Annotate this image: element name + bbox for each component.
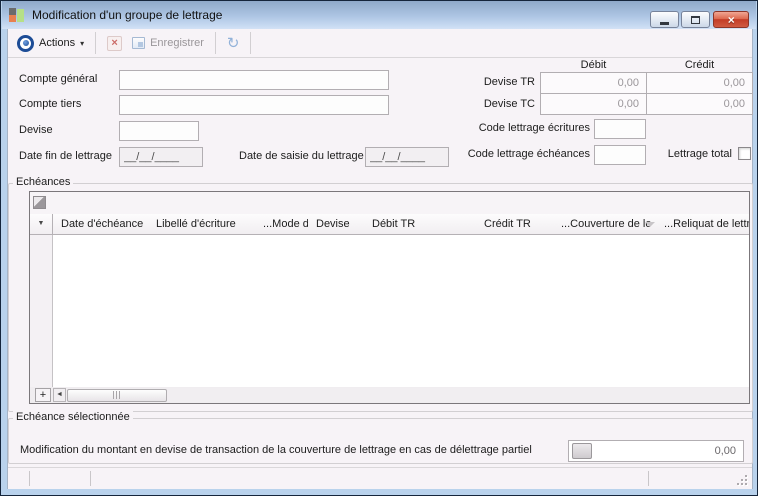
grid-bottom-bar: + ◄ <box>30 387 749 403</box>
devise-tc-debit-field: 0,00 <box>540 93 647 115</box>
toolbar-separator <box>250 32 252 54</box>
compte-tiers-label: Compte tiers <box>19 98 82 110</box>
totals-grid: 0,00 0,00 0,00 0,00 <box>540 72 753 116</box>
horizontal-scrollbar[interactable]: ◄ <box>53 388 749 402</box>
statusbar <box>8 467 752 489</box>
grid-body[interactable] <box>30 235 749 387</box>
code-lettrage-ecritures-input[interactable] <box>594 119 646 139</box>
toolbar-separator <box>214 32 216 54</box>
compte-general-input[interactable] <box>119 70 389 90</box>
app-icon[interactable] <box>9 7 25 23</box>
statusbar-divider <box>90 471 91 486</box>
minimize-icon <box>660 21 669 25</box>
selection-group-label: Echéance sélectionnée <box>13 411 133 423</box>
lettrage-total-label: Lettrage total <box>667 148 732 160</box>
column-header-reliquat[interactable]: ...Reliquat de lettra <box>663 214 749 235</box>
devise-tr-label: Devise TR <box>483 76 535 88</box>
devise-tc-credit-field: 0,00 <box>646 93 753 115</box>
minimize-button[interactable] <box>650 11 679 28</box>
column-header-couverture-label: ...Couverture de le <box>561 217 652 230</box>
grid-options-icon[interactable] <box>33 196 46 209</box>
amount-value: 0,00 <box>714 445 736 457</box>
toolbar-separator <box>95 32 97 54</box>
date-saisie-lettrage-label: Date de saisie du lettrage <box>239 150 364 162</box>
devise-tc-label: Devise TC <box>483 98 535 110</box>
close-icon: × <box>727 12 735 27</box>
scrollbar-thumb[interactable] <box>67 388 167 402</box>
maximize-button[interactable] <box>681 11 710 28</box>
window-title: Modification d'un groupe de lettrage <box>32 8 223 22</box>
compte-tiers-input[interactable] <box>119 95 389 115</box>
statusbar-divider <box>29 471 30 486</box>
devise-label: Devise <box>19 124 53 136</box>
chevron-down-icon: ▾ <box>80 38 85 48</box>
compte-general-label: Compte général <box>19 73 98 85</box>
resize-grip[interactable] <box>735 473 747 485</box>
save-label: Enregistrer <box>150 37 204 49</box>
column-header-libelle-ecriture[interactable]: Libellé d'écriture <box>148 214 255 235</box>
row-selector-column <box>30 235 53 387</box>
credit-column-header: Crédit <box>684 59 715 71</box>
amount-field[interactable]: 0,00 <box>568 440 744 462</box>
selection-groupbox: Echéance sélectionnée Modification du mo… <box>8 411 753 464</box>
scrollbar-grip-icon <box>113 391 121 399</box>
actions-button[interactable]: Actions ▾ <box>12 33 89 54</box>
column-header-date-echeance[interactable]: Date d'échéance <box>53 214 148 235</box>
grid-toolbar <box>30 192 749 214</box>
client-area: Actions ▾ × Enregistrer ↻ Compte général… <box>7 29 753 489</box>
close-button[interactable]: × <box>713 11 749 28</box>
column-header-mode[interactable]: ...Mode d <box>255 214 308 235</box>
amount-lookup-button[interactable] <box>572 443 592 459</box>
row-selector-header[interactable]: ▼ <box>30 213 53 235</box>
save-button[interactable]: Enregistrer <box>127 35 209 51</box>
statusbar-divider <box>648 471 649 486</box>
titlebar[interactable]: Modification d'un groupe de lettrage × <box>2 1 756 29</box>
sort-triangle-icon <box>645 221 655 227</box>
echeances-grid: ▼ Date d'échéance Libellé d'écriture ...… <box>29 191 750 404</box>
column-header-couverture[interactable]: ...Couverture de le <box>560 214 663 235</box>
grid-header-row: ▼ Date d'échéance Libellé d'écriture ...… <box>30 213 749 235</box>
column-header-credit-tr[interactable]: Crédit TR <box>483 214 560 235</box>
lettrage-total-checkbox[interactable] <box>738 147 751 160</box>
refresh-icon: ↻ <box>226 34 240 52</box>
devise-input[interactable] <box>119 121 199 141</box>
devise-tr-credit-field: 0,00 <box>646 72 753 94</box>
debit-column-header: Débit <box>580 59 607 71</box>
delete-icon: × <box>107 35 123 51</box>
refresh-button[interactable]: ↻ <box>222 34 245 53</box>
echeances-group-label: Echéances <box>13 176 74 188</box>
app-icon-orange-square <box>9 15 16 22</box>
actions-label: Actions <box>39 37 76 49</box>
selection-description: Modification du montant en devise de tra… <box>20 444 532 456</box>
date-fin-lettrage-input[interactable] <box>119 147 203 167</box>
window: Modification d'un groupe de lettrage × A… <box>0 0 758 496</box>
devise-tr-debit-field: 0,00 <box>540 72 647 94</box>
date-fin-lettrage-label: Date fin de lettrage <box>19 150 112 162</box>
toolbar: Actions ▾ × Enregistrer ↻ <box>8 29 752 58</box>
add-row-button[interactable]: + <box>35 388 51 402</box>
app-icon-gray-square <box>9 8 16 15</box>
column-header-devise[interactable]: Devise <box>308 214 371 235</box>
scroll-left-button[interactable]: ◄ <box>53 388 66 402</box>
save-icon <box>132 37 146 49</box>
maximize-icon <box>691 15 700 24</box>
code-lettrage-ecritures-label: Code lettrage écritures <box>478 122 590 134</box>
actions-target-icon <box>17 34 34 52</box>
delete-button[interactable]: × <box>102 34 127 53</box>
app-icon-green-square <box>17 9 24 22</box>
column-header-debit-tr[interactable]: Débit TR <box>371 214 483 235</box>
code-lettrage-echeances-label: Code lettrage échéances <box>467 148 590 160</box>
